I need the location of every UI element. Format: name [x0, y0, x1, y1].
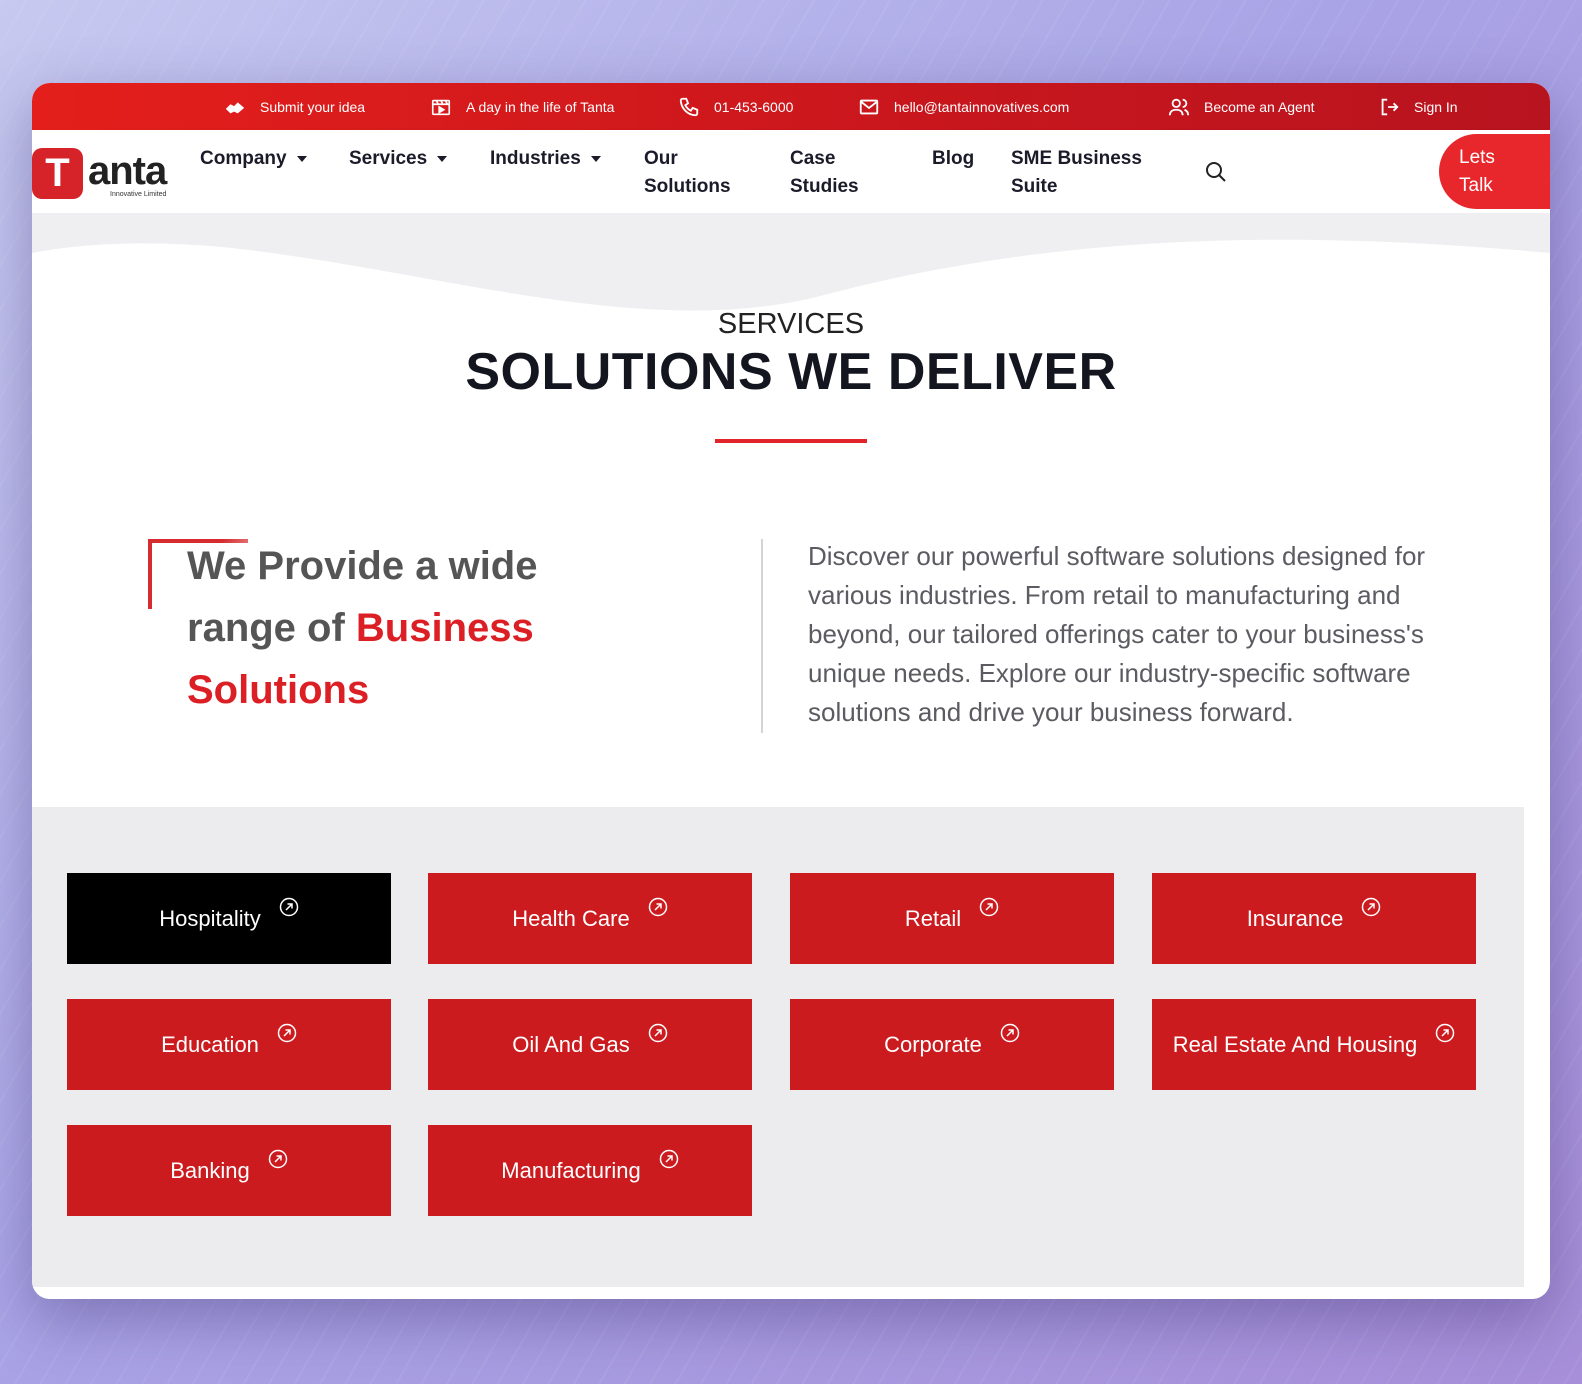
mail-icon: [859, 99, 879, 114]
nav-our-solutions[interactable]: Our Solutions: [644, 145, 731, 201]
lets-talk-line2: Talk: [1459, 175, 1493, 196]
chevron-down-icon: [437, 155, 448, 162]
arrow-up-right-circle-icon: [979, 897, 999, 916]
nav-case-studies[interactable]: Case Studies: [790, 145, 859, 201]
tagline: We Provide a wide range of Business Solu…: [187, 535, 607, 721]
nav-industries[interactable]: Industries: [490, 145, 601, 173]
section-eyebrow: SERVICES: [717, 308, 865, 340]
logo-wordmark: anta: [88, 149, 167, 193]
intro-paragraph: Discover our powerful software solutions…: [808, 541, 1426, 727]
nav-blog[interactable]: Blog: [932, 145, 974, 173]
industry-tile-insurance[interactable]: Insurance: [1152, 873, 1476, 964]
arrow-up-right-circle-icon: [659, 1149, 678, 1168]
top-bar: Submit your idea A day in the life of Ta…: [32, 83, 1550, 130]
nav-sme-suite-line1: SME Business: [1011, 148, 1142, 169]
title-underline: [715, 439, 867, 443]
arrow-up-right-circle-icon: [279, 897, 298, 916]
users-icon: [1168, 98, 1190, 115]
nav-services-label: Services: [349, 148, 428, 169]
industry-tile-label: Hospitality: [159, 905, 261, 931]
nav-our-solutions-line1: Our: [644, 148, 678, 169]
nav-industries-label: Industries: [490, 148, 581, 169]
industry-tile-retail[interactable]: Retail: [790, 873, 1114, 964]
industry-tile-label: Banking: [170, 1157, 250, 1183]
sign-in-link[interactable]: Sign In: [1378, 83, 1458, 130]
phone-link[interactable]: 01-453-6000: [678, 83, 793, 130]
email-link[interactable]: hello@tantainnovatives.com: [858, 83, 1069, 130]
day-in-life-label: A day in the life of Tanta: [466, 98, 615, 115]
footer-strip: [32, 1287, 1550, 1299]
phone-icon: [679, 97, 699, 116]
chevron-down-icon: [296, 155, 307, 162]
day-in-life-link[interactable]: A day in the life of Tanta: [430, 83, 614, 130]
become-agent-label: Become an Agent: [1204, 98, 1315, 115]
industry-tile-label: Health Care: [512, 905, 630, 931]
nav-our-solutions-line2: Solutions: [644, 176, 731, 197]
industry-tile-hospitality[interactable]: Hospitality: [67, 873, 391, 964]
sign-in-label: Sign In: [1414, 98, 1458, 115]
page-title: SOLUTIONS WE DELIVER: [465, 343, 1117, 401]
lets-talk-button[interactable]: Lets Talk: [1439, 134, 1550, 209]
browser-window: Submit your idea A day in the life of Ta…: [32, 83, 1550, 1299]
industry-tile-label: Insurance: [1246, 905, 1344, 931]
nav-case-studies-line2: Studies: [790, 176, 859, 197]
industry-tile-banking[interactable]: Banking: [67, 1125, 391, 1216]
vertical-divider: [761, 539, 763, 733]
chevron-down-icon: [590, 155, 601, 162]
email-label: hello@tantainnovatives.com: [894, 98, 1070, 115]
industry-tile-label: Real Estate And Housing: [1172, 1031, 1418, 1057]
industry-tile-oil-and-gas[interactable]: Oil And Gas: [428, 999, 752, 1090]
arrow-up-right-circle-icon: [1000, 1023, 1020, 1042]
logo[interactable]: T anta Innovative Limited: [32, 146, 177, 202]
industry-tile-label: Oil And Gas: [512, 1031, 630, 1057]
clapperboard-icon: [431, 99, 451, 115]
sign-in-icon: [1381, 98, 1399, 115]
nav-case-studies-line1: Case: [790, 148, 836, 169]
arrow-up-right-circle-icon: [268, 1149, 287, 1168]
main-nav: T anta Innovative Limited Company Servic…: [32, 130, 1550, 213]
nav-services[interactable]: Services: [349, 145, 448, 173]
nav-company-label: Company: [200, 148, 287, 169]
industry-tile-manufacturing[interactable]: Manufacturing: [428, 1125, 752, 1216]
industries-section: Hospitality Health Care Retail Insurance Edu…: [32, 807, 1524, 1287]
industry-tile-label: Education: [161, 1031, 259, 1057]
nav-company[interactable]: Company: [200, 145, 307, 173]
arrow-up-right-circle-icon: [277, 1023, 297, 1042]
phone-label: 01-453-6000: [714, 98, 794, 115]
industry-tile-real-estate-and-housing[interactable]: Real Estate And Housing: [1152, 999, 1476, 1090]
nav-sme-suite[interactable]: SME Business Suite: [1011, 145, 1142, 201]
industry-tile-label: Corporate: [884, 1031, 982, 1057]
industry-tile-education[interactable]: Education: [67, 999, 391, 1090]
industry-tile-health-care[interactable]: Health Care: [428, 873, 752, 964]
handshake-icon: [225, 101, 245, 113]
search-icon[interactable]: [1204, 160, 1228, 184]
arrow-up-right-circle-icon: [1362, 897, 1381, 916]
industry-tile-corporate[interactable]: Corporate: [790, 999, 1114, 1090]
arrow-up-right-circle-icon: [648, 1023, 667, 1042]
logo-subtitle: Innovative Limited: [110, 191, 167, 198]
lets-talk-line1: Lets: [1459, 147, 1495, 168]
nav-sme-suite-line2: Suite: [1011, 176, 1058, 197]
arrow-up-right-circle-icon: [648, 897, 667, 916]
industry-tile-label: Manufacturing: [501, 1157, 641, 1183]
logo-mark: T: [32, 148, 83, 199]
become-agent-link[interactable]: Become an Agent: [1168, 83, 1315, 130]
arrow-up-right-circle-icon: [1436, 1023, 1455, 1042]
submit-idea-label: Submit your idea: [260, 98, 366, 115]
submit-idea-link[interactable]: Submit your idea: [224, 83, 365, 130]
industry-tile-label: Retail: [904, 905, 962, 931]
